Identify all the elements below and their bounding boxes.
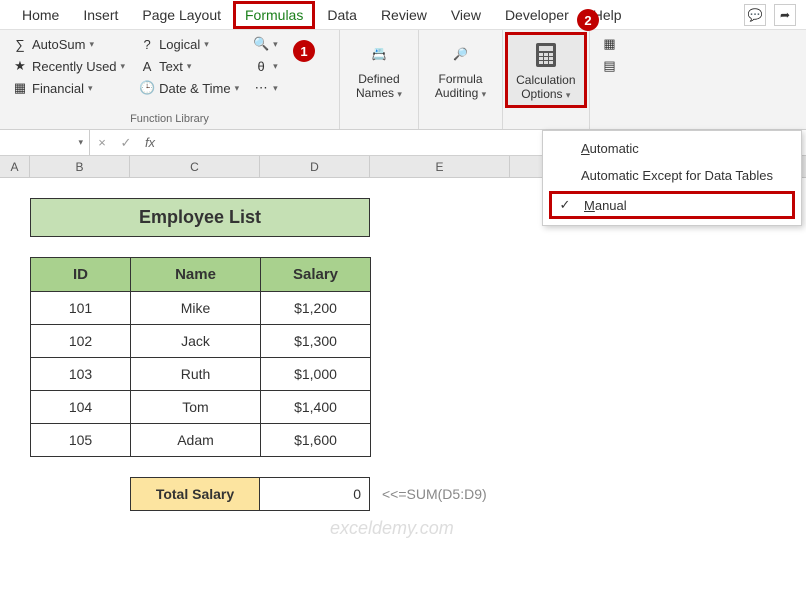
enter-icon[interactable]: ✓ [114, 135, 138, 151]
menu-automatic[interactable]: Automatic [543, 135, 801, 162]
share-icon[interactable]: ➦ [774, 4, 796, 26]
math-button[interactable]: θ▾ [249, 56, 282, 76]
ribbon-tabs: Home Insert Page Layout Formulas Data Re… [0, 0, 806, 30]
col-A[interactable]: A [0, 156, 30, 177]
tab-data[interactable]: Data [315, 1, 369, 29]
ribbon: ∑AutoSum▾ ★Recently Used▾ ▦Financial▾ ?L… [0, 30, 806, 130]
calc-now-button[interactable]: ▦ [598, 34, 622, 54]
tab-formulas[interactable]: Formulas [233, 1, 315, 29]
sigma-icon: ∑ [12, 36, 28, 52]
logical-icon: ? [139, 36, 155, 52]
financial-button[interactable]: ▦Financial▾ [8, 78, 129, 98]
table-row[interactable]: 105Adam$1,600 [31, 424, 371, 457]
tab-view[interactable]: View [439, 1, 493, 29]
callout-1: 1 [293, 40, 315, 62]
total-salary-value[interactable]: 0 [260, 477, 370, 511]
table-title: Employee List [30, 198, 370, 237]
theta-icon: θ [253, 58, 269, 74]
function-library-label: Function Library [8, 111, 331, 125]
more-icon: ⋯ [253, 80, 269, 96]
table-row[interactable]: 103Ruth$1,000 [31, 358, 371, 391]
col-E[interactable]: E [370, 156, 510, 177]
logical-button[interactable]: ?Logical▾ [135, 34, 243, 54]
total-salary-label: Total Salary [130, 477, 260, 511]
header-id: ID [31, 258, 131, 292]
menu-automatic-except[interactable]: Automatic Except for Data Tables [543, 162, 801, 189]
col-B[interactable]: B [30, 156, 130, 177]
lookup-icon: 🔍 [253, 36, 269, 52]
header-salary: Salary [261, 258, 371, 292]
callout-2: 2 [577, 9, 599, 31]
autosum-button[interactable]: ∑AutoSum▾ [8, 34, 129, 54]
datetime-button[interactable]: 🕒Date & Time▾ [135, 78, 243, 98]
cancel-icon[interactable]: × [90, 135, 114, 150]
tab-developer[interactable]: Developer [493, 1, 581, 29]
tab-page-layout[interactable]: Page Layout [130, 1, 233, 29]
header-name: Name [131, 258, 261, 292]
tab-insert[interactable]: Insert [71, 1, 130, 29]
recently-used-button[interactable]: ★Recently Used▾ [8, 56, 129, 76]
comments-icon[interactable]: 💬 [744, 4, 766, 26]
clock-icon: 🕒 [139, 80, 155, 96]
table-row[interactable]: 101Mike$1,200 [31, 292, 371, 325]
table-row[interactable]: 102Jack$1,300 [31, 325, 371, 358]
check-icon: ✓ [556, 197, 574, 213]
calc-sheet-button[interactable]: ▤ [598, 56, 622, 76]
text-icon: A [139, 58, 155, 74]
calculation-options-button[interactable]: CalculationOptions ▾ [505, 32, 586, 108]
employee-table: ID Name Salary 101Mike$1,200 102Jack$1,3… [30, 257, 371, 457]
formula-auditing-button[interactable]: 🔎 FormulaAuditing ▾ [427, 34, 494, 104]
defined-names-button[interactable]: 📇 DefinedNames ▾ [348, 34, 410, 104]
worksheet[interactable]: Employee List ID Name Salary 101Mike$1,2… [0, 178, 806, 511]
col-D[interactable]: D [260, 156, 370, 177]
calc-sheet-icon: ▤ [602, 58, 618, 74]
menu-manual[interactable]: ✓ Manual [549, 191, 795, 219]
calc-now-icon: ▦ [602, 36, 618, 52]
fx-icon[interactable]: fx [138, 135, 162, 150]
more-button[interactable]: ⋯▾ [249, 78, 282, 98]
formula-annotation: <<=SUM(D5:D9) [370, 486, 487, 502]
name-box[interactable]: ▾ [0, 130, 90, 155]
star-icon: ★ [12, 58, 28, 74]
calculation-options-menu: Automatic Automatic Except for Data Tabl… [542, 130, 802, 226]
watermark: exceldemy.com [330, 518, 454, 539]
tab-review[interactable]: Review [369, 1, 439, 29]
calculator-icon [530, 39, 562, 71]
auditing-icon: 🔎 [445, 38, 477, 70]
text-button[interactable]: AText▾ [135, 56, 243, 76]
table-row[interactable]: 104Tom$1,400 [31, 391, 371, 424]
tab-home[interactable]: Home [10, 1, 71, 29]
defined-names-icon: 📇 [363, 38, 395, 70]
lookup-button[interactable]: 🔍▾ [249, 34, 282, 54]
money-icon: ▦ [12, 80, 28, 96]
col-C[interactable]: C [130, 156, 260, 177]
